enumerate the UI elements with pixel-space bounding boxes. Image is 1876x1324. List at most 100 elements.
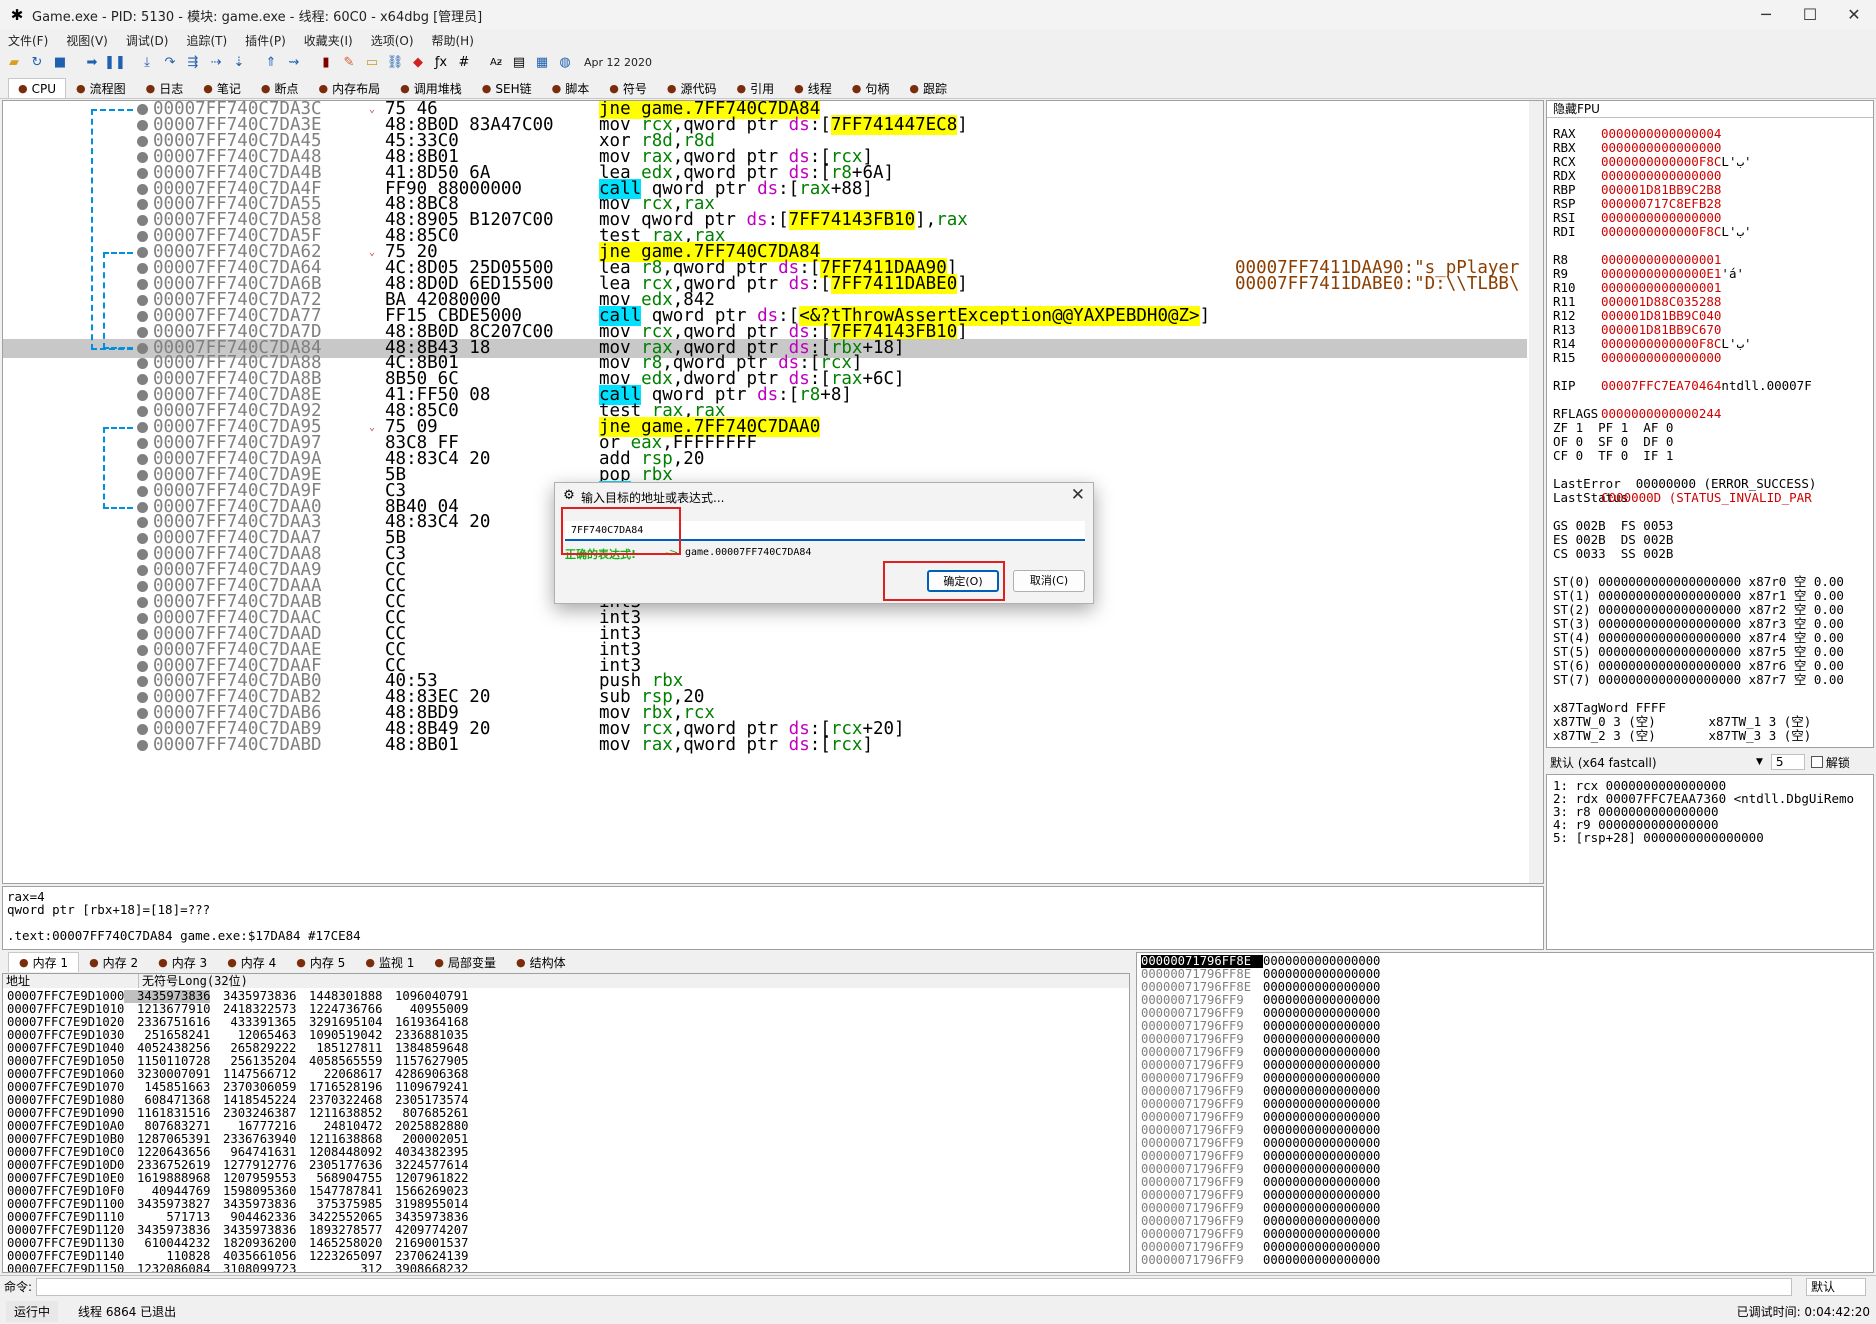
trace-over-icon[interactable]: ⇢ [206,52,226,72]
disasm-row[interactable]: 00007FF740C7DABD 48:8B01 mov rax,qword ptr… [3,736,1527,755]
arg-count-spinner[interactable]: 5 [1770,754,1805,770]
menu-item[interactable]: 选项(O) [371,32,414,49]
menu-item[interactable]: 调试(D) [126,32,169,49]
stop-icon[interactable]: ■ [50,52,70,72]
register-row[interactable]: ZF 1 PF 1 AF 0 [1553,421,1673,435]
tab-7[interactable]: ● SEH链 [472,78,542,98]
register-row[interactable]: GS 002B FS 0053 [1553,519,1673,533]
tab-4[interactable]: ● 断点 [251,78,309,98]
register-row[interactable]: ST(2) 0000000000000000000 x87r2 空 0.00 [1553,603,1844,617]
register-row[interactable]: ST(6) 0000000000000000000 x87r6 空 0.00 [1553,659,1844,673]
register-row[interactable]: RIP 00007FFC7EA70464ntdll.00007F [1553,379,1812,393]
run-to-selection-icon[interactable]: ⇝ [284,52,304,72]
register-row[interactable]: RFLAGS 0000000000000244 [1553,407,1721,421]
register-row[interactable]: RSI 0000000000000000 [1553,211,1769,225]
register-row[interactable]: RCX 0000000000000F8CL'ب' [1553,155,1769,169]
breakpoint-bullet[interactable] [137,119,148,131]
breakpoint-bullet[interactable] [137,135,148,147]
command-mode-select[interactable]: 默认 [1806,1278,1866,1296]
run-to-user-code-icon[interactable]: ⇑ [261,52,281,72]
registers-panel[interactable]: 隐藏FPU RAX 0000000000000004 RBX 000000000000… [1546,100,1874,748]
register-row[interactable]: ES 002B DS 002B [1553,533,1673,547]
open-icon[interactable]: ▰ [4,52,24,72]
breakpoint-bullet[interactable] [137,596,148,608]
menu-item[interactable]: 插件(P) [245,32,286,49]
breakpoint-bullet[interactable] [137,533,148,545]
stack-view[interactable]: 00000071796FF8E 0000000000000000 000000717… [1136,952,1874,1273]
breakpoint-bullet[interactable] [137,247,148,259]
breakpoint-bullet[interactable] [137,517,148,529]
dump-tab-4[interactable]: ● 内存 5 [286,952,355,972]
breakpoint-bullet[interactable] [137,358,148,370]
dump-tab-5[interactable]: ● 监视 1 [355,952,424,972]
breakpoint-bullet[interactable] [137,565,148,577]
register-row[interactable]: LastError 00000000 (ERROR_SUCCESS) [1553,477,1816,491]
hash-icon[interactable]: # [454,52,474,72]
register-row[interactable]: R15 0000000000000000 [1553,351,1769,365]
breakpoint-bullet[interactable] [137,199,148,211]
dropdown-arrow-icon[interactable]: ▼ [1756,757,1763,767]
breakpoint-bullet[interactable] [137,374,148,386]
breakpoint-bullet[interactable] [137,676,148,688]
breakpoint-bullet[interactable] [137,406,148,418]
close-button[interactable]: ✕ [1832,0,1876,30]
breakpoint-bullet[interactable] [137,390,148,402]
register-row[interactable]: RAX 0000000000000004 [1553,127,1769,141]
calculator-icon[interactable]: ▤ [509,52,529,72]
breakpoint-bullet[interactable] [137,485,148,497]
tab-12[interactable]: ● 线程 [784,78,842,98]
breakpoint-bullet[interactable] [137,724,148,736]
dump-tab-7[interactable]: ● 结构体 [506,952,576,972]
breakpoint-bullet[interactable] [137,342,148,354]
breakpoint-bullet[interactable] [137,549,148,561]
label-icon[interactable]: ⛓ [385,52,405,72]
breakpoint-bullet[interactable] [137,660,148,672]
dialog-close-icon[interactable]: ✕ [1071,485,1085,505]
tab-10[interactable]: ● 源代码 [657,78,727,98]
pause-icon[interactable]: ❚❚ [104,52,126,72]
scylla-icon[interactable]: ▮ [316,52,336,72]
register-row[interactable]: R8 0000000000000001 [1553,253,1769,267]
options-icon[interactable]: ▦ [532,52,552,72]
register-row[interactable]: CF 0 TF 0 IF 1 [1553,449,1673,463]
register-row[interactable]: R11 000001D88C035288 [1553,295,1769,309]
tab-14[interactable]: ● 跟踪 [899,78,957,98]
breakpoint-bullet[interactable] [137,104,148,115]
breakpoint-bullet[interactable] [137,310,148,322]
memory-dump-view[interactable]: 地址 无符号Long(32位) 00007FFC7E9D1000 34359738… [2,973,1130,1273]
function-icon[interactable]: ƒx [431,52,451,72]
register-row[interactable]: RBP 000001D81BB9C2B8 [1553,183,1769,197]
breakpoint-bullet[interactable] [137,692,148,704]
maximize-button[interactable]: ☐ [1788,0,1832,30]
tab-13[interactable]: ● 句柄 [842,78,900,98]
dump-tab-2[interactable]: ● 内存 3 [148,952,217,972]
dump-tab-6[interactable]: ● 局部变量 [424,952,506,972]
disassembly-scrollbar[interactable] [1529,101,1543,883]
breakpoint-bullet[interactable] [137,215,148,227]
register-row[interactable]: CS 0033 SS 002B [1553,547,1673,561]
trace-into-icon[interactable]: ⇶ [183,52,203,72]
register-row[interactable]: R14 0000000000000F8CL'ب' [1553,337,1769,351]
tab-2[interactable]: ● 日志 [136,78,194,98]
menu-item[interactable]: 帮助(H) [432,32,474,49]
breakpoint-bullet[interactable] [137,740,148,751]
cancel-button[interactable]: 取消(C) [1013,570,1085,592]
register-row[interactable]: LastStatusC000000D (STATUS_INVALID_PAR [1553,491,1812,505]
menu-item[interactable]: 视图(V) [66,32,108,49]
register-row[interactable]: ST(7) 0000000000000000000 x87r7 空 0.00 [1553,673,1844,687]
register-row[interactable]: ST(0) 0000000000000000000 x87r0 空 0.00 [1553,575,1844,589]
bookmark-icon[interactable]: ◆ [408,52,428,72]
dump-row[interactable]: 00007FFC7E9D1150 1232086084 3108099723 312 3… [7,1263,468,1273]
register-row[interactable]: R12 000001D81BB9C040 [1553,309,1769,323]
run-icon[interactable]: ➡ [82,52,102,72]
menu-item[interactable]: 追踪(T) [186,32,227,49]
breakpoint-bullet[interactable] [137,612,148,624]
tab-3[interactable]: ● 笔记 [193,78,251,98]
dump-tab-1[interactable]: ● 内存 2 [79,952,148,972]
menu-item[interactable]: 收藏夹(I) [304,32,353,49]
dump-col-values[interactable]: 无符号Long(32位) [139,974,1129,988]
hide-fpu-toggle[interactable]: 隐藏FPU [1547,101,1873,118]
breakpoint-bullet[interactable] [137,278,148,290]
breakpoint-bullet[interactable] [137,183,148,195]
font-icon[interactable]: Aƶ [486,52,506,72]
